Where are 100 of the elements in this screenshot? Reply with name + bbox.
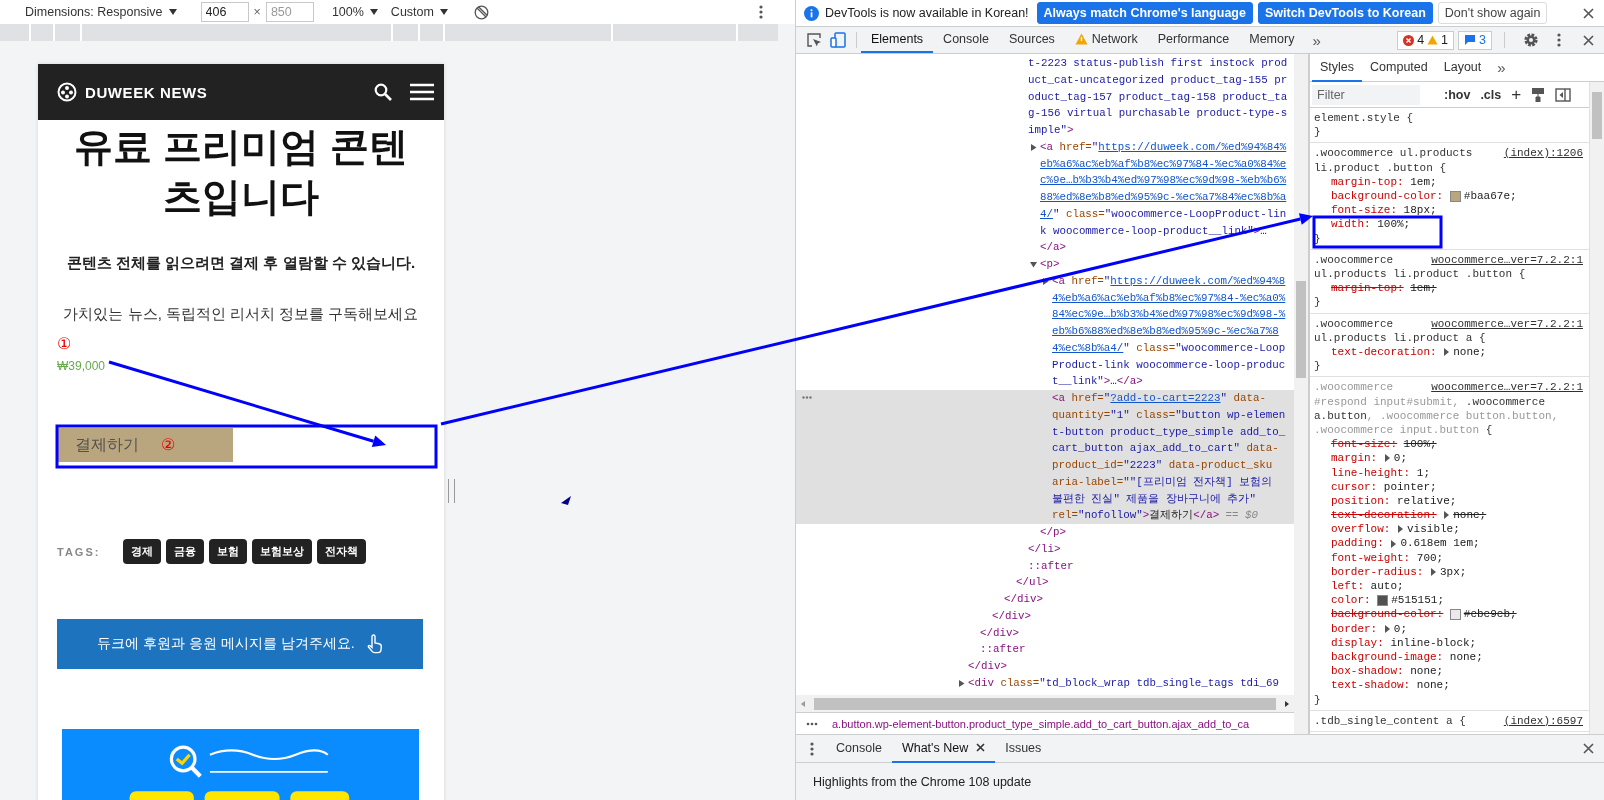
tag[interactable]: 금융 xyxy=(166,539,204,564)
close-icon[interactable] xyxy=(1583,7,1594,19)
property-name[interactable]: position: xyxy=(1331,493,1391,509)
source-link[interactable]: woocommerce…ver=7.2.2:1 xyxy=(1431,316,1583,331)
menu-icon[interactable] xyxy=(410,83,434,101)
property-name[interactable]: width: xyxy=(1331,217,1371,232)
disclosure-triangle-icon[interactable] xyxy=(958,679,965,687)
property-name[interactable]: left: xyxy=(1331,579,1364,594)
more-tabs-button[interactable]: » xyxy=(1497,59,1506,76)
property-name[interactable]: background-color: xyxy=(1331,189,1444,204)
property-name[interactable]: padding: xyxy=(1331,536,1384,551)
property-name[interactable]: background-color: xyxy=(1331,607,1444,622)
tag[interactable]: 전자책 xyxy=(317,539,366,564)
expand-triangle-icon[interactable] xyxy=(1397,525,1404,534)
property-name[interactable]: line-height: xyxy=(1331,465,1411,480)
inspect-icon[interactable] xyxy=(806,32,822,48)
dimensions-dropdown[interactable]: Dimensions: Responsive xyxy=(25,5,177,19)
property-name[interactable]: text-shadow: xyxy=(1331,678,1411,693)
infobar-button[interactable]: Always match Chrome's language xyxy=(1036,2,1253,24)
source-link[interactable]: (index):6597 xyxy=(1503,713,1583,728)
property-name[interactable]: display: xyxy=(1331,635,1384,650)
more-options-icon[interactable] xyxy=(1557,33,1561,47)
disclosure-triangle-icon[interactable] xyxy=(1030,143,1037,151)
property-value[interactable]: 0; xyxy=(1393,621,1407,636)
source-link[interactable]: (index):1206 xyxy=(1503,146,1583,161)
property-name[interactable]: border: xyxy=(1331,621,1378,636)
property-value[interactable]: 100%; xyxy=(1377,217,1411,232)
panel-tab[interactable]: Elements xyxy=(861,27,934,53)
sidebar-toggle-icon[interactable] xyxy=(1555,87,1572,102)
sidebar-tab[interactable]: Computed xyxy=(1362,54,1436,82)
hover-state-toggle[interactable]: :hov xyxy=(1444,87,1471,102)
infobar-button[interactable]: Switch DevTools to Korean xyxy=(1257,2,1433,24)
color-swatch[interactable] xyxy=(1449,190,1461,202)
breadcrumb[interactable]: a.button.wp-element-button.product_type_simple.add_to_cart_button.ajax_add_to_ca xyxy=(832,717,1250,730)
property-value[interactable]: 700; xyxy=(1416,550,1444,565)
drawer-tab[interactable]: Console xyxy=(826,734,892,763)
property-name[interactable]: margin: xyxy=(1331,451,1378,466)
messages-counter[interactable]: 3 xyxy=(1458,30,1492,50)
sidebar-tab[interactable]: Styles xyxy=(1312,54,1363,82)
support-button[interactable]: 듀크에 후원과 응원 메시지를 남겨주세요. xyxy=(57,619,423,669)
disclosure-triangle-icon[interactable] xyxy=(1030,260,1037,268)
panel-tab[interactable]: Memory xyxy=(1239,27,1305,53)
more-options-icon[interactable] xyxy=(810,741,814,756)
close-icon[interactable] xyxy=(1583,34,1594,46)
vertical-scrollbar[interactable] xyxy=(1294,54,1309,734)
disclosure-triangle-icon[interactable] xyxy=(1042,277,1049,285)
panel-tab[interactable]: Sources xyxy=(999,27,1065,53)
expand-triangle-icon[interactable] xyxy=(1383,624,1391,633)
property-name[interactable]: box-shadow: xyxy=(1331,664,1404,679)
property-name[interactable]: font-weight: xyxy=(1331,550,1411,565)
property-value[interactable]: none; xyxy=(1449,650,1483,665)
panel-tab[interactable]: Console xyxy=(933,27,999,53)
expand-triangle-icon[interactable] xyxy=(1443,348,1451,357)
tag[interactable]: 보험보상 xyxy=(252,539,312,564)
property-value[interactable]: #baa67e; xyxy=(1463,189,1517,204)
source-link[interactable]: woocommerce…ver=7.2.2:1 xyxy=(1431,252,1583,267)
height-field[interactable]: 850 xyxy=(265,2,314,22)
property-name[interactable]: text-decoration: xyxy=(1331,344,1437,360)
device-toggle-icon[interactable] xyxy=(830,32,846,48)
property-value[interactable]: 0; xyxy=(1393,451,1407,466)
width-field[interactable]: 406 xyxy=(200,2,249,22)
color-swatch[interactable] xyxy=(1377,594,1389,606)
property-value[interactable]: 100%; xyxy=(1403,437,1437,452)
close-icon[interactable] xyxy=(976,743,986,752)
property-name[interactable]: margin-top: xyxy=(1331,174,1404,189)
property-name[interactable]: font-size: xyxy=(1331,203,1397,218)
property-value[interactable]: 18px; xyxy=(1403,203,1437,218)
issues-counter[interactable]: 4 1 xyxy=(1397,30,1455,50)
breadcrumb-ellipsis-icon[interactable] xyxy=(806,721,818,726)
property-value[interactable]: #ebe9eb; xyxy=(1463,607,1517,622)
infobar-button[interactable]: Don't show again xyxy=(1437,2,1548,24)
property-value[interactable]: #515151; xyxy=(1391,593,1444,608)
caret-icon[interactable] xyxy=(369,9,378,15)
new-rule-button[interactable]: + xyxy=(1511,84,1522,105)
property-value[interactable]: 1em; xyxy=(1410,281,1437,296)
expand-triangle-icon[interactable] xyxy=(1383,454,1391,463)
property-name[interactable]: text-decoration: xyxy=(1331,508,1437,523)
property-value[interactable]: none; xyxy=(1453,508,1487,523)
expand-triangle-icon[interactable] xyxy=(1390,539,1398,548)
node-actions-icon[interactable] xyxy=(802,396,812,399)
property-value[interactable]: inline-block; xyxy=(1390,635,1477,650)
caret-icon[interactable] xyxy=(439,9,448,15)
throttle-dropdown[interactable]: Custom xyxy=(390,5,448,19)
rotate-icon[interactable] xyxy=(473,4,489,20)
expand-triangle-icon[interactable] xyxy=(1430,567,1437,576)
panel-tab[interactable]: Performance xyxy=(1147,27,1240,53)
property-value[interactable]: 0.618em 1em; xyxy=(1400,536,1480,551)
property-value[interactable]: none; xyxy=(1453,344,1487,360)
property-value[interactable]: relative; xyxy=(1397,493,1457,509)
property-value[interactable]: auto; xyxy=(1370,579,1404,594)
property-name[interactable]: margin-top: xyxy=(1331,281,1404,296)
property-name[interactable]: overflow: xyxy=(1331,522,1391,537)
property-value[interactable]: 1; xyxy=(1416,465,1430,480)
caret-icon[interactable] xyxy=(168,9,177,15)
filter-field[interactable]: Filter xyxy=(1312,84,1420,105)
property-value[interactable]: 3px; xyxy=(1440,564,1467,580)
resize-handle[interactable] xyxy=(448,479,455,503)
more-tabs-button[interactable]: » xyxy=(1312,31,1321,49)
property-name[interactable]: cursor: xyxy=(1331,479,1378,494)
color-swatch[interactable] xyxy=(1449,609,1461,620)
